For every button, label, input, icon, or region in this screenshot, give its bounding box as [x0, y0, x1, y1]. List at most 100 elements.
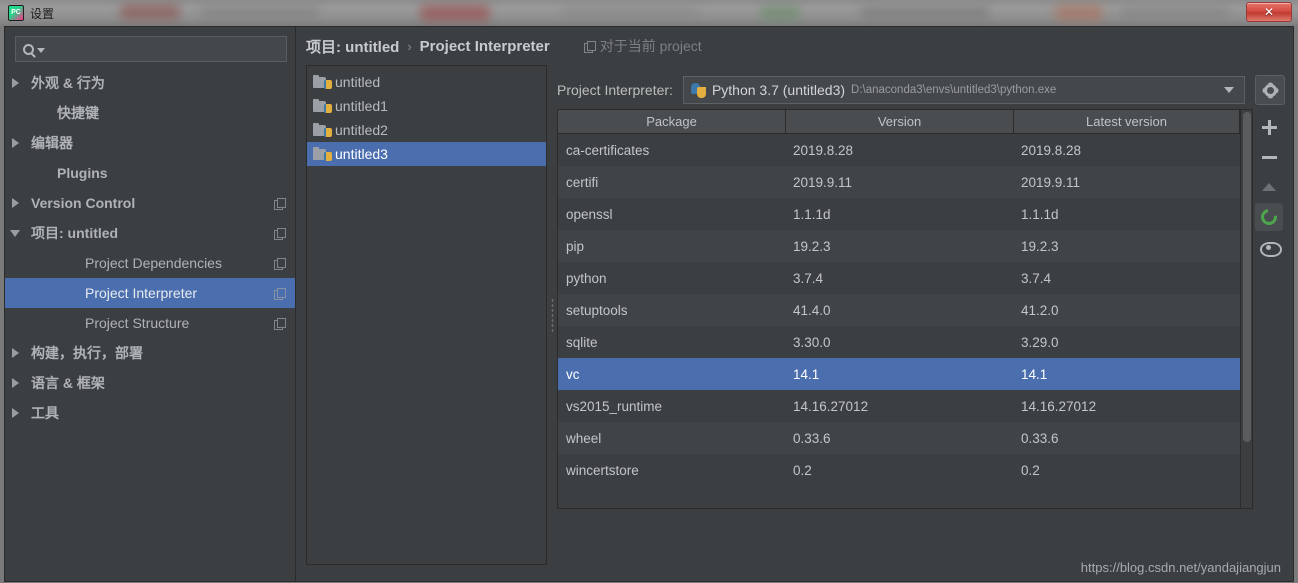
settings-window: 设置 ✕ 外观 & 行为快捷键编辑器 Plugins Version Control… — [0, 0, 1298, 582]
window-titlebar: 设置 ✕ — [0, 0, 1298, 26]
sidebar-item-3[interactable]: Plugins — [5, 158, 295, 188]
column-header-latest-version[interactable]: Latest version — [1014, 110, 1240, 133]
sidebar-item-7[interactable]: Project Interpreter — [5, 278, 295, 308]
eye-icon — [1260, 241, 1282, 257]
project-list-item[interactable]: untitled2 — [307, 118, 546, 142]
table-row[interactable]: certifi 2019.9.11 2019.9.11 — [558, 166, 1240, 198]
settings-dialog: 外观 & 行为快捷键 编辑器 Plugins Version Control 项目: u… — [4, 26, 1294, 582]
pane-splitter[interactable] — [547, 65, 557, 565]
arrow-up-icon — [1262, 183, 1276, 191]
table-row[interactable]: wincertstore 0.2 0.2 — [558, 454, 1240, 486]
search-input[interactable] — [45, 42, 286, 56]
latest-version-cell: 1.1.1d — [1021, 206, 1059, 222]
copy-icon — [274, 257, 286, 270]
minus-icon — [1261, 155, 1277, 159]
package-name-cell: certifi — [566, 174, 599, 190]
project-list-item[interactable]: untitled3 — [307, 142, 546, 166]
search-area — [5, 27, 295, 68]
sidebar-item-4[interactable]: Version Control — [5, 188, 295, 218]
sidebar-item-label: 语言 & 框架 — [31, 375, 105, 391]
search-icon — [23, 43, 34, 55]
package-name-cell: ca-certificates — [566, 142, 650, 158]
refresh-icon — [1257, 205, 1281, 229]
table-row[interactable]: vs2015_runtime 14.16.27012 14.16.27012 — [558, 390, 1240, 422]
python-project-folder-icon — [313, 99, 332, 113]
upgrade-package-button[interactable] — [1255, 173, 1283, 201]
settings-nav-list: 外观 & 行为快捷键 编辑器 Plugins Version Control 项目: u… — [5, 68, 295, 428]
table-row[interactable]: wheel 0.33.6 0.33.6 — [558, 422, 1240, 454]
project-list-item[interactable]: untitled1 — [307, 94, 546, 118]
version-cell: 14.16.27012 — [793, 398, 869, 414]
package-name-cell: vc — [566, 366, 580, 382]
project-list: untitled untitled1 untitled2 untitled3 — [306, 65, 547, 565]
interpreter-pane: Project Interpreter: Python 3.7 (untitle… — [557, 65, 1293, 583]
chevron-right-icon[interactable] — [5, 78, 25, 88]
copy-icon — [274, 287, 286, 300]
packages-scrollbar[interactable] — [1241, 109, 1253, 509]
sidebar-item-9[interactable]: 构建，执行，部署 — [5, 338, 295, 368]
table-row[interactable]: openssl 1.1.1d 1.1.1d — [558, 198, 1240, 230]
sidebar-item-6[interactable]: Project Dependencies — [5, 248, 295, 278]
packages-table-body: ca-certificates 2019.8.28 2019.8.28 certifi… — [558, 134, 1240, 508]
sidebar-item-2[interactable]: 编辑器 — [5, 128, 295, 158]
table-row[interactable]: setuptools 41.4.0 41.2.0 — [558, 294, 1240, 326]
interpreter-row: Project Interpreter: Python 3.7 (untitle… — [557, 65, 1285, 109]
latest-version-cell: 0.33.6 — [1021, 430, 1059, 446]
close-button[interactable]: ✕ — [1246, 2, 1292, 22]
table-row[interactable]: pip 19.2.3 19.2.3 — [558, 230, 1240, 262]
gear-icon — [1263, 83, 1277, 97]
sidebar-item-label: Version Control — [31, 195, 136, 211]
settings-content: 项目: untitled › Project Interpreter 对于当前 … — [296, 27, 1293, 581]
column-header-package[interactable]: Package — [558, 110, 786, 133]
latest-version-cell: 41.2.0 — [1021, 302, 1059, 318]
sidebar-item-5[interactable]: 项目: untitled — [5, 218, 295, 248]
table-row[interactable]: sqlite 3.30.0 3.29.0 — [558, 326, 1240, 358]
search-box[interactable] — [15, 36, 287, 62]
chevron-right-icon[interactable] — [5, 198, 25, 208]
add-package-button[interactable] — [1255, 113, 1283, 141]
python-project-folder-icon — [313, 123, 332, 137]
content-panes: untitled untitled1 untitled2 untitled3 Proj… — [296, 65, 1293, 583]
breadcrumb-current: Project Interpreter — [419, 37, 550, 55]
sidebar-item-0[interactable]: 外观 & 行为 — [5, 68, 295, 98]
chevron-right-icon[interactable] — [5, 378, 25, 388]
chevron-right-icon[interactable] — [5, 408, 25, 418]
project-list-item[interactable]: untitled — [307, 70, 546, 94]
chevron-right-icon[interactable] — [5, 138, 25, 148]
table-row[interactable]: python 3.7.4 3.7.4 — [558, 262, 1240, 294]
latest-version-cell: 2019.9.11 — [1021, 174, 1081, 190]
version-cell: 0.33.6 — [793, 430, 831, 446]
table-row[interactable]: vc 14.1 14.1 — [558, 358, 1240, 390]
sidebar-item-10[interactable]: 语言 & 框架 — [5, 368, 295, 398]
chevron-down-icon[interactable] — [5, 229, 25, 237]
remove-package-button[interactable] — [1255, 143, 1283, 171]
project-list-item-label: untitled1 — [335, 98, 388, 114]
breadcrumb-root[interactable]: 项目: untitled — [306, 36, 399, 57]
chevron-right-icon[interactable] — [5, 348, 25, 358]
refresh-button[interactable] — [1255, 203, 1283, 231]
version-cell: 3.30.0 — [793, 334, 831, 350]
show-early-releases-button[interactable] — [1255, 233, 1283, 261]
column-header-version[interactable]: Version — [786, 110, 1014, 133]
sidebar-item-8[interactable]: Project Structure — [5, 308, 295, 338]
scrollbar-thumb[interactable] — [1243, 112, 1251, 442]
interpreter-dropdown[interactable]: Python 3.7 (untitled3) D:\anaconda3\envs… — [682, 76, 1245, 104]
breadcrumb: 项目: untitled › Project Interpreter 对于当前 … — [296, 27, 1293, 65]
version-cell: 41.4.0 — [793, 302, 831, 318]
search-options-chevron-icon[interactable] — [37, 48, 45, 53]
package-name-cell: sqlite — [566, 334, 598, 350]
latest-version-cell: 14.1 — [1021, 366, 1048, 382]
sidebar-item-11[interactable]: 工具 — [5, 398, 295, 428]
interpreter-label: Project Interpreter: — [557, 82, 673, 98]
sidebar-item-1[interactable]: 快捷键 — [5, 98, 295, 128]
package-name-cell: wincertstore — [566, 462, 639, 478]
version-cell: 0.2 — [793, 462, 812, 478]
sidebar-item-label: 外观 & 行为 — [31, 75, 105, 91]
sidebar-item-label: Project Interpreter — [85, 285, 198, 301]
latest-version-cell: 2019.8.28 — [1021, 142, 1082, 158]
version-cell: 1.1.1d — [793, 206, 831, 222]
interpreter-settings-button[interactable] — [1255, 75, 1285, 105]
table-row[interactable]: ca-certificates 2019.8.28 2019.8.28 — [558, 134, 1240, 166]
latest-version-cell: 14.16.27012 — [1021, 398, 1097, 414]
chevron-down-icon — [1224, 87, 1234, 93]
